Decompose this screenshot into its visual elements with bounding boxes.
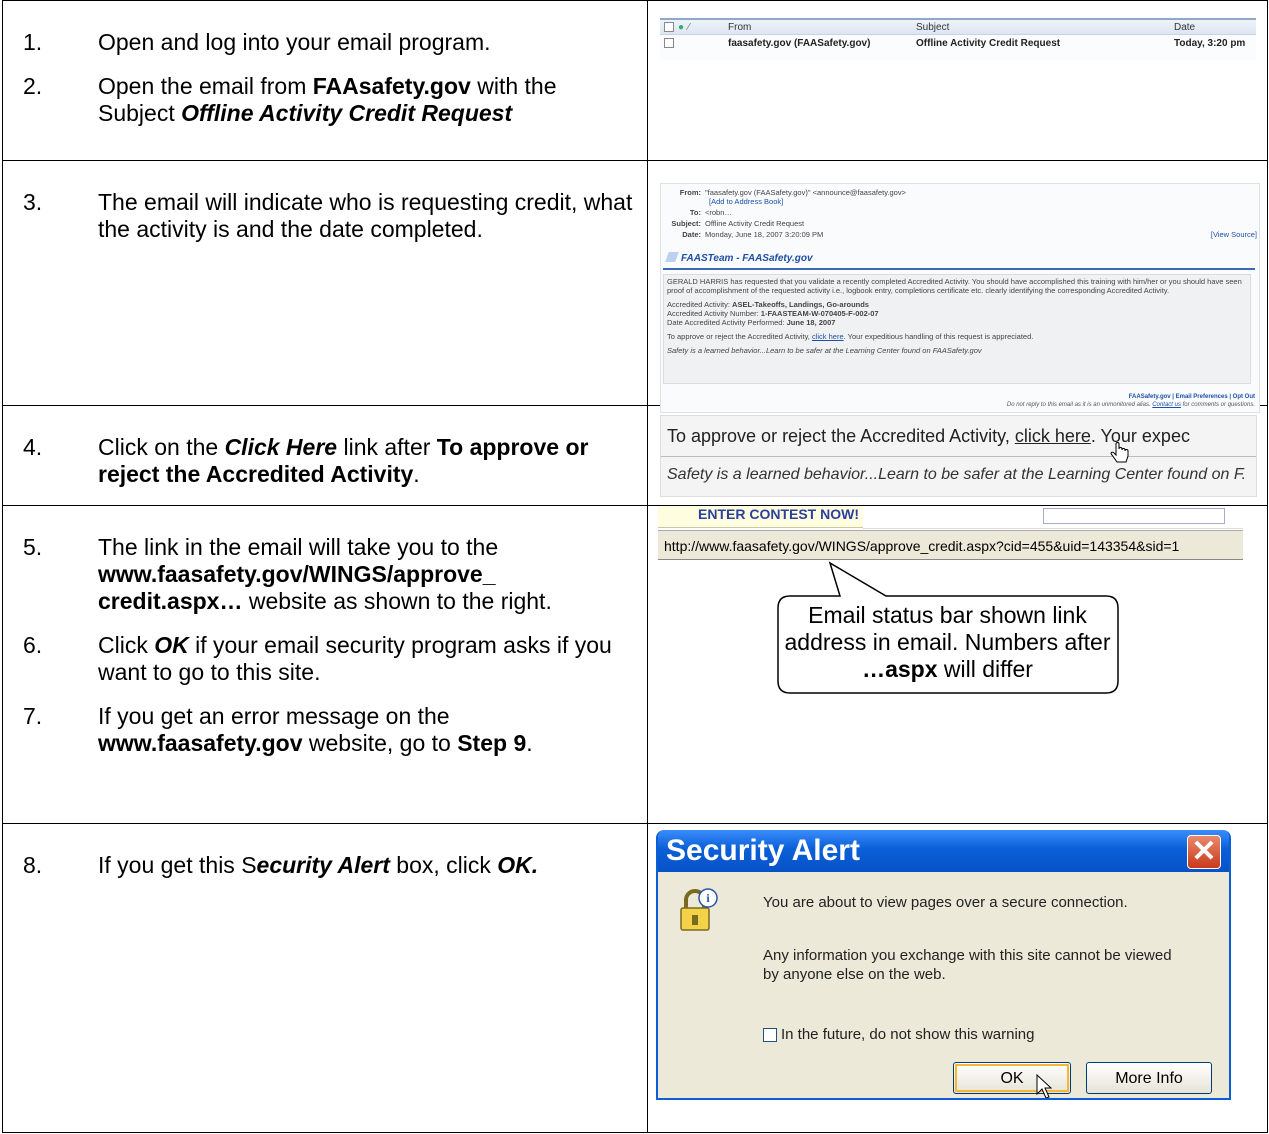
step-item: 1. Open and log into your email program. [23,29,637,56]
row-4-steps: 5. The link in the email will take you to… [2,505,648,824]
row-5-steps: 8. If you get this Security Alert box, cl… [2,823,648,1133]
email-from: faasafety.gov (FAASafety.gov) [728,37,871,49]
footer-links[interactable]: FAASafety.gov | Email Preferences | Opt … [1007,393,1255,401]
inbox-screenshot: ● ⁄ From Subject Date faasafety.gov (FAAS… [647,0,1268,161]
view-source-link[interactable]: [View Source] [1211,230,1257,239]
step-number: 6. [23,632,43,658]
hand-cursor-icon [1110,442,1129,463]
step-number: 1. [23,29,43,55]
subject-value: Offline Activity Credit Request [705,219,805,228]
date-value: Monday, June 18, 2007 3:20:09 PM [705,230,824,239]
step-text: The link in the email will take you to t… [98,534,552,614]
step-item: 6. Click OK if your email security progra… [23,632,637,686]
ok-button[interactable]: OK [953,1062,1071,1094]
step-number: 5. [23,534,43,560]
col-subject-header[interactable]: Subject [916,22,1174,33]
step-item: 4. Click on the Click Here link after To … [23,434,637,488]
approve-paragraph: To approve or reject the Accredited Acti… [667,332,1034,341]
step-text: Open the email from FAAsafety.gov with t… [98,73,557,126]
step-item: 7. If you get an error message on the www… [23,703,637,757]
row-checkbox[interactable] [664,38,674,48]
step-item: 2. Open the email from FAAsafety.gov with… [23,73,637,127]
inbox-list: ● ⁄ From Subject Date faasafety.gov (FAAS… [660,18,1256,60]
to-label: To: [689,208,701,217]
more-info-button[interactable]: More Info [1086,1062,1212,1094]
search-field[interactable] [1043,508,1225,524]
zoomed-safety-tagline: Safety is a learned behavior...Learn to … [667,466,1247,483]
step-text: Click OK if your email security program … [98,632,612,685]
row-3-steps: 4. Click on the Click Here link after To … [2,405,648,506]
email-screenshot: From: "faasafety.gov (FAASafety.gov)" <an… [647,160,1268,413]
arrow-cursor-icon [1036,1074,1052,1098]
to-value: <robn… [705,208,732,217]
dialog-titlebar[interactable]: Security Alert ✕ [658,830,1229,872]
alert-line-1: You are about to view pages over a secur… [763,894,1128,911]
flag-icon: ● [678,21,685,33]
activity-details: Accredited Activity: ASEL-Takeoffs, Land… [667,300,879,327]
col-date-header[interactable]: Date [1174,22,1256,33]
step-number: 7. [23,703,43,729]
email-row[interactable]: faasafety.gov (FAASafety.gov) Offline Ac… [660,35,1256,51]
from-value: "faasafety.gov (FAASafety.gov)" <announc… [705,188,906,197]
security-alert-dialog: Security Alert ✕ i You are about to view… [656,830,1231,1100]
step-number: 3. [23,189,43,215]
step-text: The email will indicate who is requestin… [98,189,633,242]
subject-label: Subject: [671,219,701,228]
body-paragraph: GERALD HARRIS has requested that you val… [667,277,1242,295]
email-view: From: "faasafety.gov (FAASafety.gov)" <an… [660,183,1260,413]
attachment-icon: ⁄ [688,21,690,33]
step-item: 3. The email will indicate who is request… [23,189,637,243]
status-bar-screenshot: ENTER CONTEST NOW! http://www.faasafety.… [647,505,1268,824]
alert-line-2: Any information you exchange with this s… [763,947,1172,983]
step-item: 5. The link in the email will take you to… [23,534,637,615]
zoomed-link-screenshot: To approve or reject the Accredited Acti… [647,405,1268,506]
faasteam-banner: FAASTeam - FAASafety.gov [663,250,1255,270]
contest-banner[interactable]: ENTER CONTEST NOW! [658,506,863,528]
step-number: 2. [23,73,43,99]
instruction-table: 1. Open and log into your email program. 2… [2,0,1268,1133]
email-date: Today, 3:20 pm [1174,37,1246,49]
faasteam-logo [665,252,679,262]
from-label: From: [679,188,701,197]
email-subject: Offline Activity Credit Request [916,37,1061,49]
callout-text: Email status bar shown link address in e… [784,602,1111,682]
date-label: Date: [682,230,701,239]
zoomed-email-excerpt: To approve or reject the Accredited Acti… [660,415,1257,497]
step-number: 8. [23,852,43,878]
add-to-address-book-link[interactable]: [Add to Address Book] [709,197,1269,206]
select-all-checkbox[interactable] [664,22,674,32]
col-from-header[interactable]: From [728,22,916,33]
step-text: Click on the Click Here link after To ap… [98,434,589,487]
step-text: Open and log into your email program. [98,29,491,55]
dialog-title: Security Alert [666,834,860,867]
do-not-show-checkbox[interactable]: In the future, do not show this warning [763,1026,1034,1043]
email-body: GERALD HARRIS has requested that you val… [663,274,1251,384]
close-icon[interactable]: ✕ [1187,835,1221,869]
safety-tagline: Safety is a learned behavior...Learn to … [667,346,982,355]
step-number: 4. [23,434,43,460]
lock-info-icon: i [680,888,718,931]
row-1-steps: 1. Open and log into your email program. 2… [2,0,648,161]
row-2-steps: 3. The email will indicate who is request… [2,160,648,406]
brand-text: FAASTeam - FAASafety.gov [681,253,813,264]
security-alert-screenshot: Security Alert ✕ i You are about to view… [647,823,1268,1133]
browser-status-bar: http://www.faasafety.gov/WINGS/approve_c… [658,530,1243,560]
zoomed-click-here-link[interactable]: click here [1015,426,1091,446]
step-text: If you get this Security Alert box, clic… [98,852,539,878]
click-here-link[interactable]: click here [812,332,844,341]
step-text: If you get an error message on the www.f… [98,703,533,756]
step-item: 8. If you get this Security Alert box, cl… [23,852,637,879]
